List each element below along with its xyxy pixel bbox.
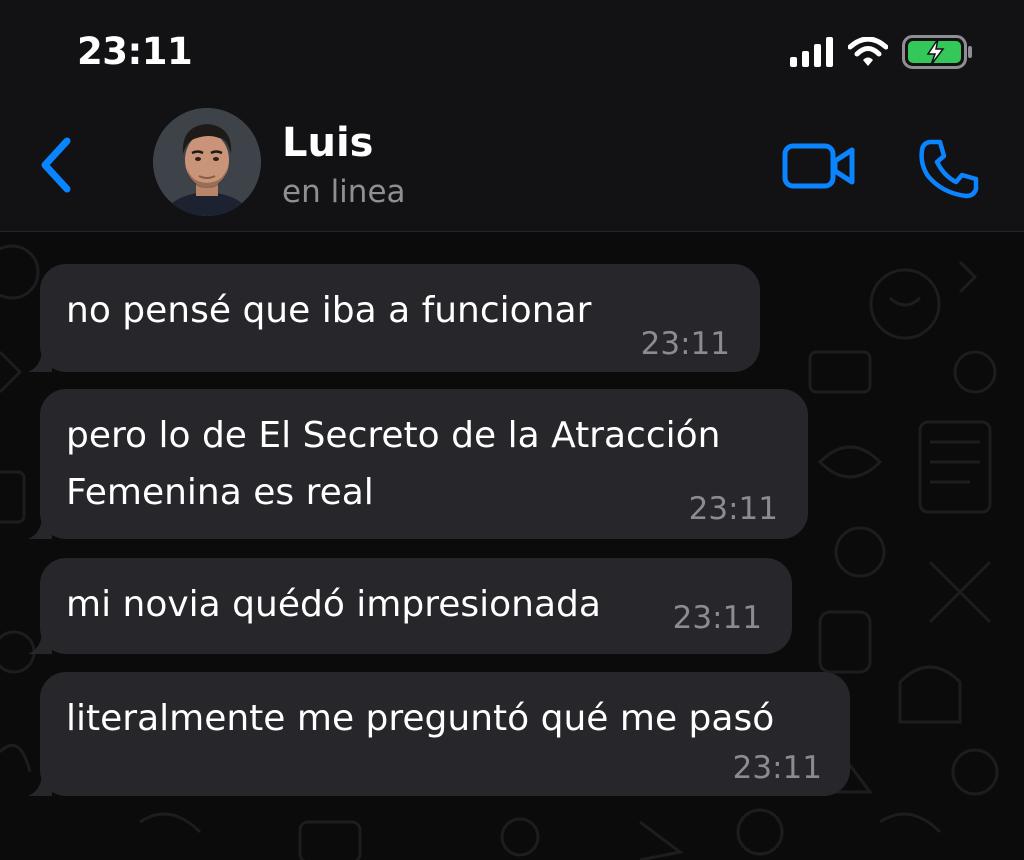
message-bubble[interactable]: literalmente me preguntó qué me pasó 23:… — [28, 672, 850, 796]
message-time: 23:11 — [672, 600, 762, 636]
wifi-icon — [847, 36, 889, 71]
message-text: pero lo de El Secreto de la Atracción Fe… — [66, 415, 721, 513]
chat-area[interactable]: no pensé que iba a funcionar 23:11 pero … — [0, 232, 1024, 860]
message-time: 23:11 — [640, 326, 730, 362]
contact-avatar[interactable] — [153, 108, 261, 216]
video-call-button[interactable] — [782, 142, 856, 190]
bubble-tail-icon — [28, 348, 52, 372]
chat-screen: 23:11 Luis en linea no pensé que iba a f… — [0, 0, 1024, 860]
bubble-tail-icon — [28, 772, 52, 796]
battery-charging-icon — [902, 35, 974, 73]
message-text: no pensé que iba a funcionar — [66, 290, 592, 331]
phone-icon — [919, 139, 979, 199]
status-bar-icons — [790, 35, 974, 73]
message-text: literalmente me preguntó qué me pasó — [66, 698, 775, 739]
message-bubble[interactable]: pero lo de El Secreto de la Atracción Fe… — [28, 389, 808, 539]
chat-header: 23:11 Luis en linea — [0, 0, 1024, 232]
message-text: mi novia quédó impresionada — [66, 584, 601, 625]
cellular-signal-icon — [790, 37, 834, 71]
contact-status: en linea — [282, 174, 406, 210]
bubble-tail-icon — [28, 515, 52, 539]
bubble-tail-icon — [28, 630, 52, 654]
status-bar-time: 23:11 — [77, 30, 193, 73]
message-bubble[interactable]: mi novia quédó impresionada 23:11 — [28, 558, 792, 654]
voice-call-button[interactable] — [916, 138, 980, 200]
message-bubble[interactable]: no pensé que iba a funcionar 23:11 — [28, 264, 760, 372]
back-button[interactable] — [30, 130, 80, 200]
message-time: 23:11 — [688, 491, 778, 527]
chevron-left-icon — [41, 137, 71, 193]
message-time: 23:11 — [732, 750, 822, 786]
video-camera-icon — [782, 143, 855, 189]
contact-name[interactable]: Luis — [282, 120, 373, 166]
